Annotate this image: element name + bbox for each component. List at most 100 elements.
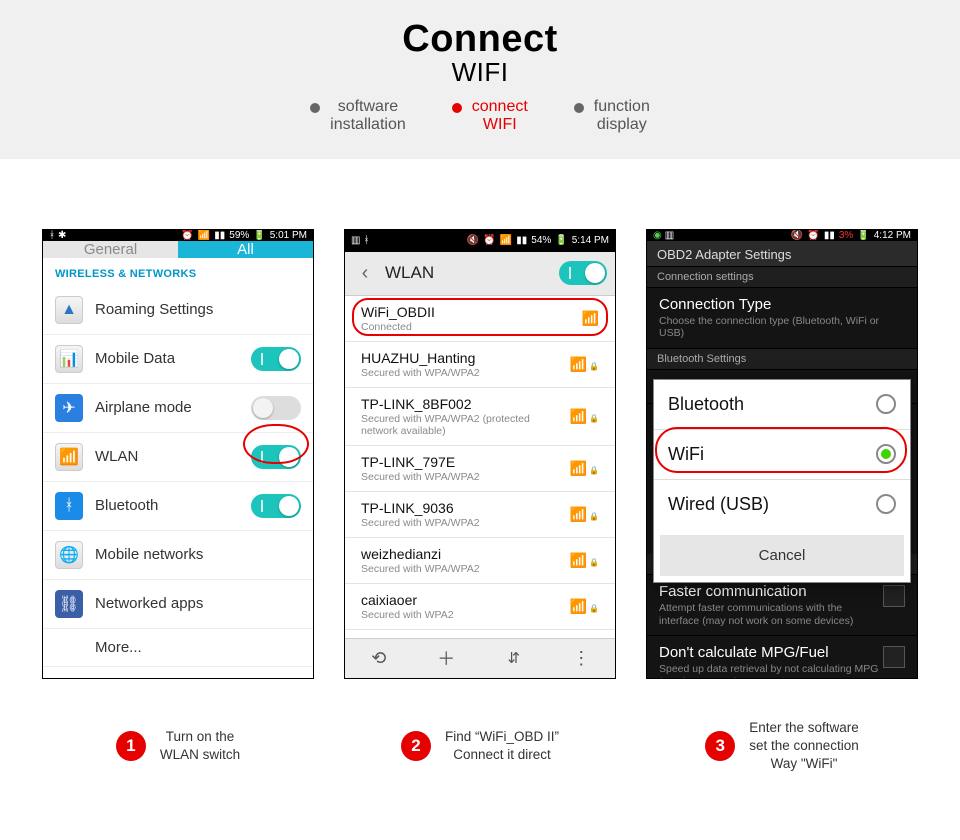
wps-button[interactable]: ⇵ (480, 639, 548, 678)
row-mobile-data[interactable]: 📊 Mobile Data (43, 335, 313, 384)
row-faster-comm[interactable]: Faster communication Attempt faster comm… (647, 575, 917, 636)
checkbox[interactable] (883, 646, 905, 668)
crumb-connect: connectWIFI (452, 98, 528, 135)
row-label: More... (55, 639, 301, 656)
header-title: WLAN (385, 263, 551, 283)
wifi-signal-icon: 📶🔒 (570, 460, 599, 477)
battery-text: 54% (531, 235, 551, 246)
network-item[interactable]: caixiaoerSecured with WPA2 📶🔒 (345, 584, 615, 630)
network-list: WiFi_OBDIIConnected 📶 HUAZHU_HantingSecu… (345, 296, 615, 638)
app-icon: ◉ (653, 230, 662, 241)
mute-icon: 🔇 (791, 230, 803, 241)
refresh-button[interactable]: ⟲ (345, 639, 413, 678)
section-bluetooth-settings: Bluetooth Settings (647, 349, 917, 370)
row-networked-apps[interactable]: ⛓ Networked apps (43, 580, 313, 629)
network-wifi-obdii[interactable]: WiFi_OBDIIConnected 📶 (345, 296, 615, 342)
network-status: Secured with WPA/WPA2 (361, 563, 560, 575)
option-bluetooth[interactable]: Bluetooth (654, 380, 910, 430)
network-item[interactable]: ChinaNet-LPcfSecured with WPA/WPA2 (prot… (345, 630, 615, 638)
row-bluetooth[interactable]: ᚼ Bluetooth (43, 482, 313, 531)
row-title: Don't calculate MPG/Fuel (659, 644, 883, 661)
crumb-line: software (338, 98, 398, 115)
tab-all[interactable]: All (178, 241, 313, 258)
option-wired-usb[interactable]: Wired (USB) (654, 480, 910, 529)
mobile-networks-icon: 🌐 (55, 541, 83, 569)
clock-text: 5:14 PM (572, 235, 609, 246)
section-device: DEVICE (43, 667, 313, 679)
row-roaming[interactable]: ▲ Roaming Settings (43, 286, 313, 335)
checkbox[interactable] (883, 585, 905, 607)
radio-button[interactable] (876, 494, 896, 514)
row-more[interactable]: More... (43, 629, 313, 667)
wifi-signal-icon: 📶🔒 (570, 552, 599, 569)
row-label: Mobile networks (95, 546, 301, 563)
row-airplane[interactable]: ✈ Airplane mode (43, 384, 313, 433)
network-status: Secured with WPA2 (361, 609, 560, 621)
network-item[interactable]: TP-LINK_797ESecured with WPA/WPA2 📶🔒 (345, 446, 615, 492)
signal-icon: ▮▮ (516, 235, 527, 246)
row-mobile-networks[interactable]: 🌐 Mobile networks (43, 531, 313, 580)
tab-general[interactable]: General (43, 241, 178, 258)
row-title: Connection Type (659, 296, 905, 313)
caption-line: Enter the software (749, 720, 859, 735)
crumb-line: WIFI (483, 116, 517, 133)
row-wlan[interactable]: 📶 WLAN (43, 433, 313, 482)
alarm-icon: ⏰ (807, 230, 819, 241)
airplane-icon: ✈ (55, 394, 83, 422)
toggle-wlan-master[interactable] (559, 261, 607, 285)
option-wifi[interactable]: WiFi (654, 430, 910, 480)
wlan-header: ‹ WLAN (345, 252, 615, 296)
toggle-wlan[interactable] (251, 445, 301, 469)
step-badge: 2 (401, 731, 431, 761)
option-label: Bluetooth (668, 394, 876, 415)
radio-button[interactable] (876, 394, 896, 414)
toggle-airplane[interactable] (251, 396, 301, 420)
network-status: Secured with WPA/WPA2 (361, 517, 560, 529)
roaming-icon: ▲ (55, 296, 83, 324)
wifi-icon: 📶 (198, 230, 210, 241)
crumb-software: softwareinstallation (310, 98, 406, 135)
caption-2: 2 Find “WiFi_OBD II”Connect it direct (344, 719, 616, 774)
wps-icon: ⇵ (507, 649, 520, 667)
row-connection-type[interactable]: Connection Type Choose the connection ty… (647, 288, 917, 349)
lock-icon: 🔒 (589, 466, 599, 475)
toggle-mobile-data[interactable] (251, 347, 301, 371)
network-item[interactable]: TP-LINK_9036Secured with WPA/WPA2 📶🔒 (345, 492, 615, 538)
hero-title: Connect (0, 18, 960, 61)
network-item[interactable]: TP-LINK_8BF002Secured with WPA/WPA2 (pro… (345, 388, 615, 446)
wifi-signal-icon: 📶🔒 (570, 506, 599, 523)
wifi-signal-icon: 📶🔒 (570, 408, 599, 425)
radio-button[interactable] (876, 444, 896, 464)
mute-icon: 🔇 (467, 235, 479, 246)
hero-banner: Connect WIFI softwareinstallation connec… (0, 0, 960, 159)
network-name: TP-LINK_8BF002 (361, 396, 560, 412)
row-label: Bluetooth (95, 497, 239, 514)
plus-icon: ＋ (437, 645, 455, 671)
screenshot-3: ◉▥ 🔇 ⏰ ▮▮ 3% 🔋 4:12 PM OBD2 Adapter Sett… (646, 229, 918, 679)
row-label: WLAN (95, 448, 239, 465)
network-name: TP-LINK_797E (361, 454, 560, 470)
network-item[interactable]: weizhedianziSecured with WPA/WPA2 📶🔒 (345, 538, 615, 584)
refresh-icon: ⟲ (371, 648, 386, 669)
add-network-button[interactable]: ＋ (413, 639, 481, 678)
dot-icon (310, 103, 320, 113)
toggle-bluetooth[interactable] (251, 494, 301, 518)
battery-text: 3% (839, 230, 853, 241)
network-item[interactable]: HUAZHU_HantingSecured with WPA/WPA2 📶🔒 (345, 342, 615, 388)
crumb-line: installation (330, 116, 406, 133)
dot-icon (574, 103, 584, 113)
section-wireless: WIRELESS & NETWORKS (43, 258, 313, 286)
back-icon[interactable]: ‹ (353, 262, 377, 285)
dot-icon (452, 103, 462, 113)
crumb-function: functiondisplay (574, 98, 650, 135)
row-dont-calc-mpg[interactable]: Don't calculate MPG/Fuel Speed up data r… (647, 636, 917, 679)
more-icon: ⋮ (572, 648, 590, 669)
crumb-line: display (597, 116, 647, 133)
cancel-button[interactable]: Cancel (660, 535, 904, 576)
notif-icon: ▥ (665, 230, 674, 241)
toolbar: ⟲ ＋ ⇵ ⋮ (345, 638, 615, 678)
lock-icon: 🔒 (589, 604, 599, 613)
clock-text: 4:12 PM (874, 230, 911, 241)
caption-line: Find “WiFi_OBD II” (445, 729, 559, 744)
menu-button[interactable]: ⋮ (548, 639, 616, 678)
